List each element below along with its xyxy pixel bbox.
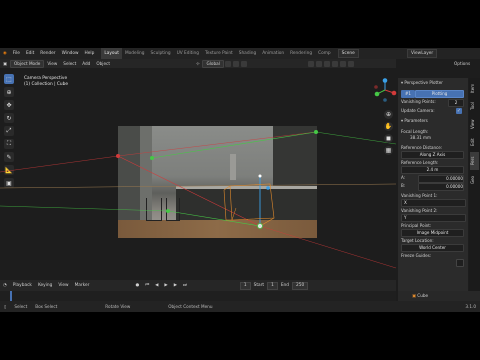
timeline-header: ◔ Playback Keying View Marker ● ⏮ ◀ ▶ ▶ …	[0, 280, 396, 291]
view-layer-selector[interactable]: ViewLayer	[407, 49, 438, 58]
vp2-label: Vanishing Point 2:	[401, 208, 438, 213]
id-field[interactable]: #1	[401, 90, 415, 98]
principal-point-label: Principal Point:	[401, 223, 432, 228]
y-handle-bottom[interactable]	[166, 209, 170, 213]
mouse-left-icon: ▯	[4, 304, 7, 309]
freeze-guides-label: Freeze Guides:	[401, 253, 432, 258]
jump-end-icon[interactable]: ⏭	[180, 283, 190, 288]
y-guide-extend	[0, 205, 169, 212]
prev-key-icon[interactable]: ◀	[152, 283, 161, 288]
z-top-handle[interactable]	[258, 174, 262, 178]
tab-perspective[interactable]: Pers	[470, 152, 479, 170]
vp2-dropdown[interactable]: Y	[401, 214, 466, 222]
reference-length-label: Reference Length:	[401, 160, 439, 165]
target-location-dropdown[interactable]: World Center	[401, 244, 464, 252]
grid-toggle-icon[interactable]: ▦	[384, 146, 393, 155]
keying-menu[interactable]: Keying	[35, 283, 55, 288]
jump-start-icon[interactable]: ⏮	[142, 283, 152, 288]
timeline-view-menu[interactable]: View	[55, 283, 71, 288]
reference-length-field[interactable]: 2.4 m	[401, 166, 464, 174]
parameters-header[interactable]: ▾ Parameters	[401, 118, 428, 123]
pan-hand-icon[interactable]: ✋	[384, 122, 393, 131]
x-guide-line-a	[117, 155, 261, 227]
a-label: A:	[401, 175, 406, 180]
y-guide-line-a	[151, 131, 317, 159]
vanishing-points-label: Vanishing Points:	[401, 99, 436, 104]
version-label: 3.1.0	[465, 304, 476, 309]
perspective-plotter-panel: ▾ Perspective Plotter #1 Plotting Vanish…	[398, 78, 468, 311]
tab-tool[interactable]: Tool	[470, 98, 479, 114]
end-field[interactable]: 250	[292, 281, 309, 290]
next-key-icon[interactable]: ▶	[171, 283, 180, 288]
focal-length-label: Focal Length:	[401, 129, 429, 134]
x-handle-left[interactable]	[116, 154, 120, 158]
y-handle-right[interactable]	[314, 130, 318, 134]
target-location-label: Target Location:	[401, 238, 434, 243]
status-select: Select	[14, 304, 28, 309]
playback-menu[interactable]: Playback	[10, 283, 35, 288]
plotting-button[interactable]: Plotting	[415, 90, 464, 98]
options-dropdown[interactable]: Options	[454, 59, 470, 68]
play-icon[interactable]: ▶	[161, 283, 170, 288]
vp1-dropdown[interactable]: X	[401, 199, 466, 207]
camera-view-icon[interactable]: ◼	[384, 134, 393, 143]
perspective-guides	[0, 130, 396, 269]
freeze-guides-checkbox[interactable]	[456, 259, 464, 267]
navigation-gizmo[interactable]	[373, 78, 397, 102]
timeline-editor-icon[interactable]: ◔	[0, 283, 10, 288]
tab-view[interactable]: View	[470, 116, 479, 132]
y-handle-top[interactable]	[150, 156, 154, 160]
principal-point-dropdown[interactable]: Image Midpoint	[401, 229, 464, 237]
timeline-track-area[interactable]	[0, 291, 396, 301]
b-label: B:	[401, 183, 406, 188]
update-camera-checkbox[interactable]: ✓	[456, 108, 462, 114]
tab-geometry[interactable]: Geo	[470, 172, 479, 188]
horizon-line	[0, 183, 396, 189]
update-camera-label: Update Camera:	[401, 108, 435, 113]
tab-item[interactable]: Item	[470, 80, 479, 96]
reference-distance-label: Reference Distance:	[401, 145, 443, 150]
end-label: End	[280, 283, 290, 288]
zoom-icon[interactable]: ⊕	[384, 110, 393, 119]
sidebar-tabs: Item Tool View Edit Pers Geo	[469, 78, 480, 308]
a-field[interactable]: 0.00000	[418, 175, 464, 183]
outliner-row[interactable]: ▣ Cube	[398, 291, 480, 301]
tab-edit[interactable]: Edit	[470, 134, 479, 150]
status-context-menu: Object Context Menu	[168, 304, 213, 309]
current-frame-field[interactable]: 1	[239, 281, 251, 290]
focal-length-value: 38.31 mm	[410, 135, 431, 140]
status-box-select: Box Select	[35, 304, 58, 309]
x-guide-extend-right	[259, 225, 396, 269]
y-guide-line-b	[167, 210, 261, 227]
vp1-label: Vanishing Point 1:	[401, 193, 438, 198]
start-label: Start	[253, 283, 265, 288]
status-bar: ▯ Select Box Select Rotate View Object C…	[0, 301, 480, 312]
status-rotate-view: Rotate View	[105, 304, 131, 309]
x-guide-extend	[0, 155, 119, 173]
reference-cube	[223, 183, 275, 227]
vanishing-points-field[interactable]: 2	[448, 99, 464, 107]
playhead[interactable]	[10, 291, 12, 301]
x-guide-line-b	[117, 131, 317, 157]
blender-window: ◉ File Edit Render Window Help Layout Mo…	[0, 48, 480, 312]
b-field[interactable]: 0.00000	[418, 183, 464, 191]
record-icon[interactable]: ●	[132, 283, 142, 288]
z-handle[interactable]	[266, 186, 270, 190]
reference-distance-dropdown[interactable]: Along Z Axis	[401, 151, 464, 159]
panel-title[interactable]: ▾ Perspective Plotter	[401, 80, 443, 85]
origin-handle[interactable]	[257, 223, 263, 229]
start-field[interactable]: 1	[267, 281, 278, 290]
marker-menu[interactable]: Marker	[72, 283, 93, 288]
